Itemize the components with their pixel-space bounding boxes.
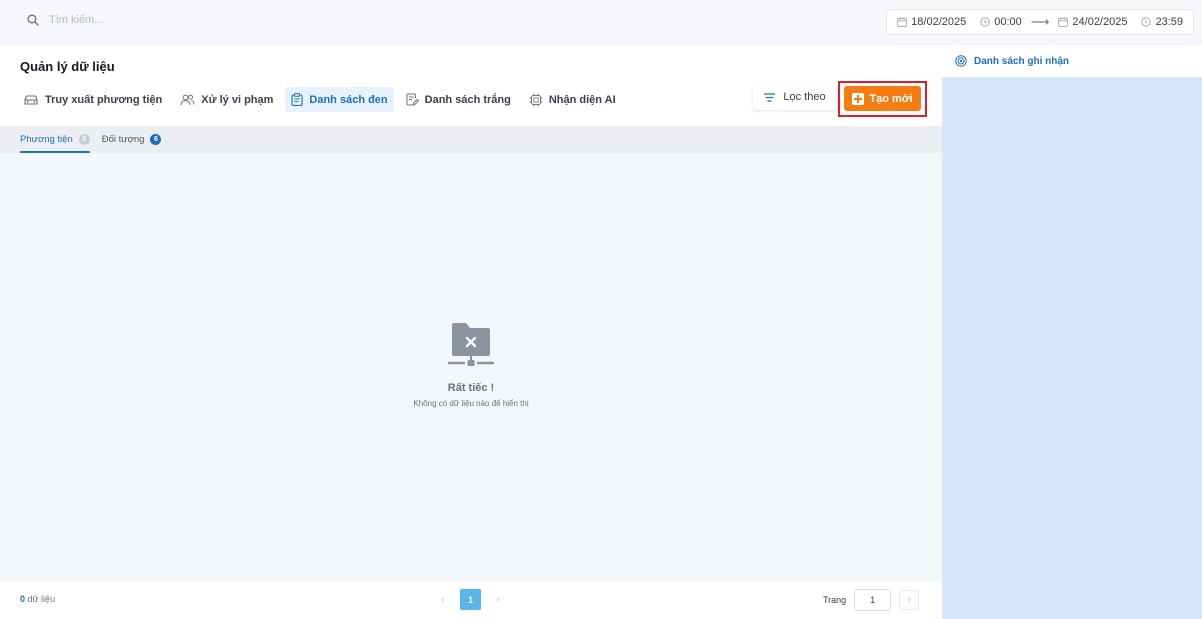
chevron-left-icon[interactable]: ‹ [436,594,450,606]
pagination-footer: 0 dữ liệu ‹ 1 › Trang › [0,581,942,619]
nav-item-label: Truy xuất phương tiện [45,93,163,106]
create-button-highlight: Tạo mới [838,81,927,117]
range-arrow-icon: ⟶ [1030,14,1050,29]
record-count-value: 0 [20,594,26,604]
create-button-label: Tạo mới [869,92,913,105]
page-title: Quản lý dữ liệu [20,59,115,74]
start-date[interactable]: 18/02/2025 [911,16,966,28]
empty-state: Rất tiếc ! Không có dữ liệu nào để hiển … [0,320,942,408]
page-number[interactable]: 1 [460,589,481,610]
records-panel-title: Danh sách ghi nhận [974,55,1070,67]
count-badge: 0 [78,134,90,145]
empty-folder-icon [448,323,494,366]
record-count: 0 dữ liệu [20,594,55,604]
record-count-label: dữ liệu [27,594,56,604]
search-input[interactable] [49,14,249,26]
end-time[interactable]: 23:59 [1155,16,1183,28]
create-button[interactable]: Tạo mới [844,86,921,111]
calendar-icon [897,17,908,27]
page-jump-label: Trang [823,595,847,605]
plus-icon [852,92,865,105]
nav-item-whitelist[interactable]: Danh sách trắng [400,87,517,112]
chevron-right-icon[interactable]: › [491,594,505,606]
clock-icon [1141,17,1152,27]
tab-label: Phương tiện [20,134,73,145]
sub-tabs: Phương tiện 0 Đối tượng 6 [0,126,942,153]
nav-item-label: Danh sách trắng [424,93,511,106]
page-jump-input[interactable] [854,589,892,611]
page-jump: Trang › [823,589,920,611]
search-box[interactable] [27,14,249,26]
filter-button[interactable]: Lọc theo [753,84,837,110]
record-target-icon [955,55,967,67]
filter-button-label: Lọc theo [783,91,826,103]
date-range-picker[interactable]: 18/02/2025 00:00 ⟶ 24/02/2025 23:59 [886,9,1194,35]
nav-item-ai-recognition[interactable]: Nhận diện AI [523,87,622,112]
search-icon [27,14,39,26]
nav-item-violations[interactable]: Xử lý vi phạm [174,87,279,112]
records-panel: Danh sách ghi nhận [942,45,1202,619]
count-badge: 6 [150,134,162,145]
tab-vehicles[interactable]: Phương tiện 0 [20,126,90,153]
nav-item-label: Nhận diện AI [548,93,616,106]
document-edit-icon [406,93,419,106]
module-nav: Truy xuất phương tiện Xử lý vi phạm Danh… [17,87,622,112]
empty-state-description: Không có dữ liệu nào để hiển thị [413,399,529,408]
top-bar: 18/02/2025 00:00 ⟶ 24/02/2025 23:59 [0,0,1202,45]
empty-state-title: Rất tiếc ! [447,382,495,394]
main-panel: Quản lý dữ liệu Truy xuất phương tiện Xử… [0,45,942,619]
ai-chip-icon [529,93,543,106]
pager: ‹ 1 › [436,589,505,610]
start-time[interactable]: 00:00 [994,16,1022,28]
clipboard-icon [291,93,303,106]
nav-item-label: Danh sách đen [309,93,388,106]
filter-lines-icon [764,92,776,102]
clock-icon [980,17,990,27]
records-panel-header: Danh sách ghi nhận [942,45,1202,78]
chevron-right-icon[interactable]: › [899,590,920,610]
nav-item-vehicle-lookup[interactable]: Truy xuất phương tiện [17,87,168,112]
nav-item-blacklist[interactable]: Danh sách đen [285,87,394,112]
tab-label: Đối tượng [101,134,145,145]
tab-subjects[interactable]: Đối tượng 6 [102,126,162,153]
car-icon [24,94,38,105]
content-area: Phương tiện 0 Đối tượng 6 Rất tiếc ! Khô… [0,126,942,581]
users-icon [180,94,195,105]
calendar-icon [1058,17,1069,27]
end-date[interactable]: 24/02/2025 [1072,16,1127,28]
nav-item-label: Xử lý vi phạm [201,93,274,106]
